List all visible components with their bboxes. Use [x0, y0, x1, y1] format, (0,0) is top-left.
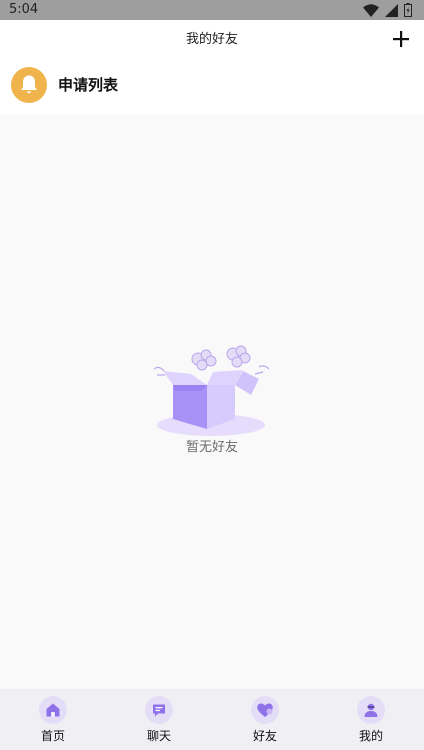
- empty-box-icon: [151, 345, 273, 441]
- tab-friends-icon-wrap: [251, 696, 279, 724]
- tab-home[interactable]: 首页: [0, 689, 106, 750]
- friend-list-content: 暂无好友: [0, 114, 424, 689]
- request-list-avatar: [11, 67, 47, 103]
- tab-chat-label: 聊天: [146, 729, 171, 743]
- tab-me-label: 我的: [358, 729, 383, 743]
- battery-icon: [404, 3, 412, 17]
- tab-chat[interactable]: 聊天: [106, 689, 212, 750]
- plus-icon: [393, 31, 409, 47]
- status-time: 5:04: [9, 2, 39, 17]
- bell-icon: [21, 75, 37, 94]
- request-list-label: 申请列表: [58, 76, 119, 94]
- heart-icon: [257, 703, 273, 717]
- tab-chat-icon-wrap: [145, 696, 173, 724]
- wifi-icon: [363, 3, 379, 17]
- status-bar: 5:04: [0, 0, 424, 20]
- tab-friends[interactable]: 好友: [212, 689, 318, 750]
- add-friend-button[interactable]: [390, 28, 412, 50]
- bottom-tab-bar: 首页 聊天 好友 我的: [0, 689, 424, 750]
- empty-state-text: 暂无好友: [185, 440, 238, 455]
- page-title: 我的好友: [185, 32, 238, 47]
- user-icon: [364, 703, 378, 717]
- request-list-row[interactable]: 申请列表: [0, 60, 424, 114]
- tab-home-label: 首页: [40, 729, 65, 743]
- signal-icon: [385, 3, 398, 17]
- chat-icon: [153, 704, 165, 717]
- home-icon: [46, 703, 60, 717]
- tab-friends-label: 好友: [252, 729, 277, 743]
- tab-me-icon-wrap: [357, 696, 385, 724]
- tab-me[interactable]: 我的: [318, 689, 424, 750]
- status-icons: [363, 2, 412, 18]
- tab-home-icon-wrap: [39, 696, 67, 724]
- app-header: 我的好友: [0, 20, 424, 60]
